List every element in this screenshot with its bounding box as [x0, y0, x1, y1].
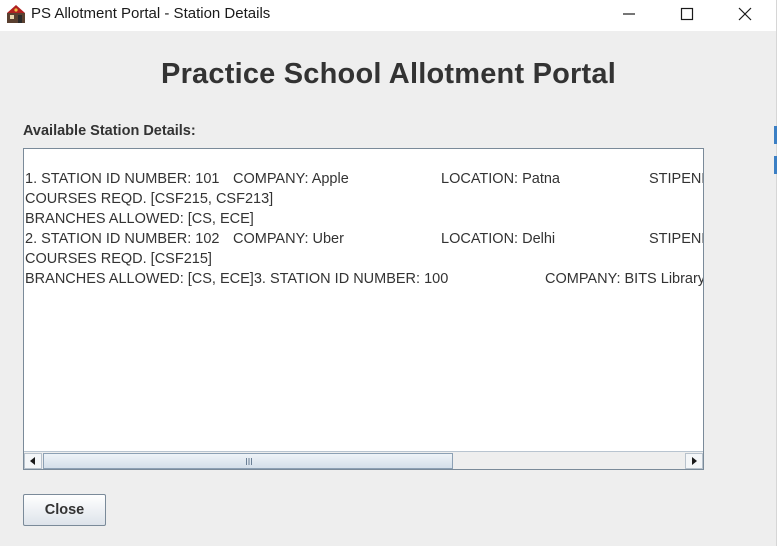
text-line: 1. STATION ID NUMBER: 101 COMPANY: Apple… [25, 169, 703, 189]
page-title: Practice School Allotment Portal [161, 58, 616, 90]
text-segment: STIPENE [649, 231, 703, 247]
maximize-button[interactable] [664, 0, 710, 28]
text-segment: 1. STATION ID NUMBER: 101 [25, 171, 220, 187]
app-window: PS Allotment Portal - Station Details Pr… [0, 0, 777, 546]
scrollbar-thumb[interactable] [43, 453, 453, 469]
minimize-button[interactable] [606, 0, 652, 28]
station-details-text-area[interactable]: 1. STATION ID NUMBER: 101 COMPANY: Apple… [24, 169, 703, 469]
window-title: PS Allotment Portal - Station Details [31, 5, 271, 22]
close-button[interactable]: Close [23, 494, 106, 526]
station-details-scroll-pane[interactable]: 1. STATION ID NUMBER: 101 COMPANY: Apple… [23, 148, 704, 470]
text-segment: COMPANY: Apple [233, 171, 349, 187]
text-line: COURSES REQD. [CSF215, CSF213] [25, 189, 273, 209]
text-segment: COURSES REQD. [CSF215, CSF213] [25, 191, 274, 207]
text-line: 2. STATION ID NUMBER: 102 COMPANY: Uber … [25, 229, 703, 249]
text-segment: 2. STATION ID NUMBER: 102 [25, 231, 220, 247]
close-icon [738, 7, 752, 21]
scroll-left-button[interactable] [24, 453, 42, 469]
horizontal-scrollbar[interactable] [24, 451, 703, 469]
text-segment: LOCATION: Patna [441, 171, 560, 187]
section-label: Available Station Details: [23, 123, 196, 139]
scroll-grip-icon [246, 458, 252, 465]
title-bar[interactable]: PS Allotment Portal - Station Details [0, 0, 776, 31]
app-icon [6, 4, 26, 24]
text-segment: BRANCHES ALLOWED: [CS, ECE] [25, 211, 254, 227]
arrow-left-icon [30, 457, 35, 465]
maximize-icon [680, 7, 694, 21]
text-segment: COURSES REQD. [CSF215] [25, 251, 212, 267]
arrow-right-icon [692, 457, 697, 465]
close-window-button[interactable] [722, 0, 768, 28]
text-segment: BRANCHES ALLOWED: [CS, ECE]3. STATION ID… [25, 271, 449, 287]
text-segment: COMPANY: BITS Library [545, 271, 703, 287]
text-line: COURSES REQD. [CSF215] [25, 249, 212, 269]
text-line: BRANCHES ALLOWED: [CS, ECE] [25, 209, 254, 229]
text-segment: COMPANY: Uber [233, 231, 344, 247]
text-segment: STIPENE [649, 171, 703, 187]
text-segment: LOCATION: Delhi [441, 231, 556, 247]
text-line: BRANCHES ALLOWED: [CS, ECE]3. STATION ID… [25, 269, 703, 289]
scroll-right-button[interactable] [685, 453, 703, 469]
minimize-icon [623, 13, 635, 15]
